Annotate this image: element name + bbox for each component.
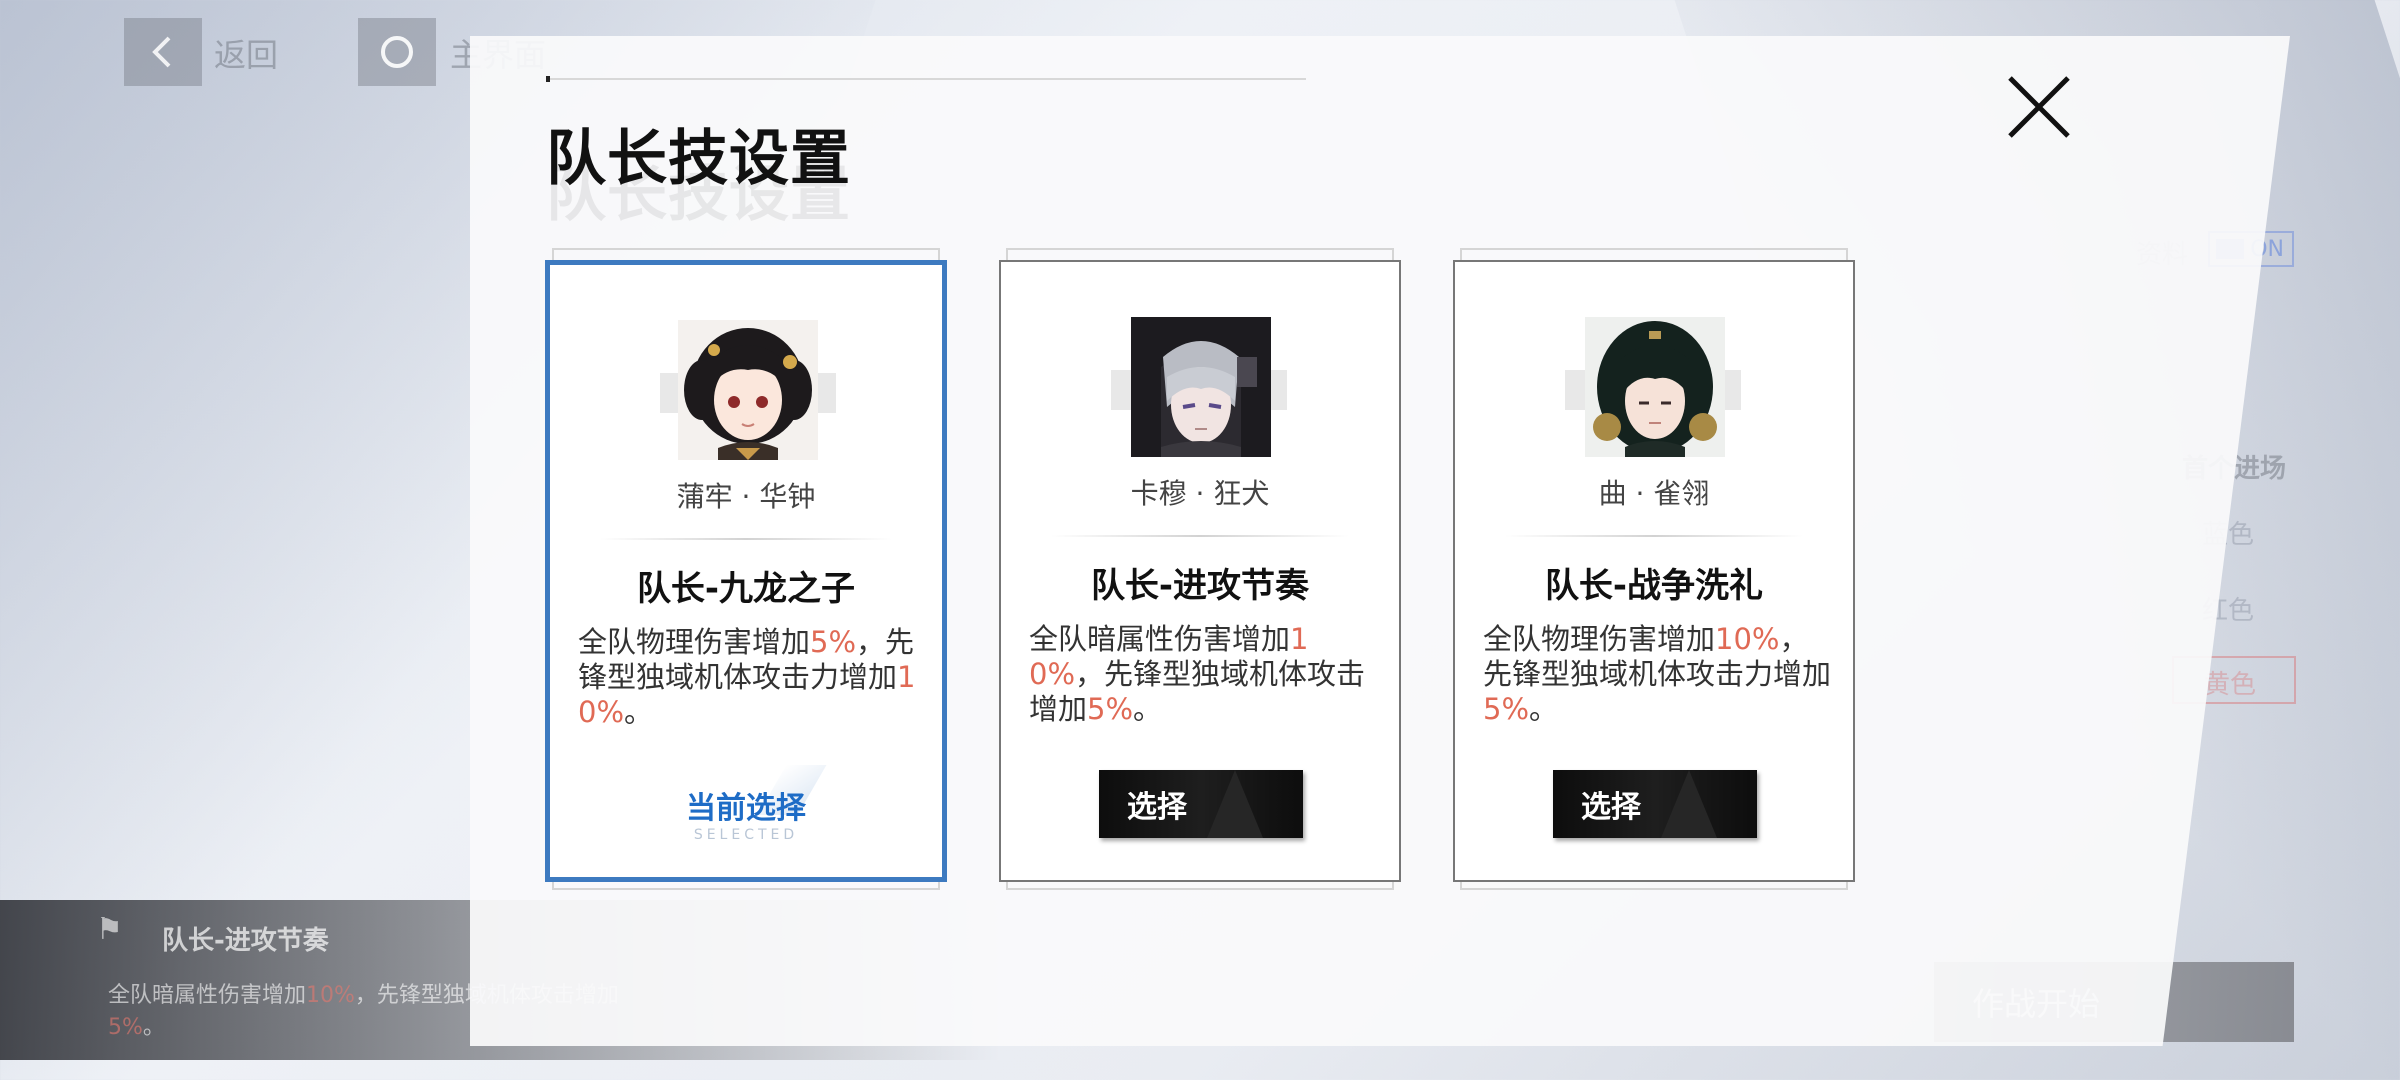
skill-description: 全队物理伤害增加5%，先锋型独域机体攻击力增加10%。 bbox=[578, 625, 920, 730]
desc-highlight: 10% bbox=[306, 983, 355, 1008]
card-divider bbox=[1051, 535, 1349, 537]
current-selection-sublabel: SELECTED bbox=[693, 827, 799, 843]
skill-name: 队长-九龙之子 bbox=[636, 569, 856, 609]
desc-text: 。 bbox=[624, 695, 654, 729]
desc-text: 。 bbox=[1529, 692, 1559, 726]
select-button[interactable]: 选择 bbox=[1099, 770, 1303, 838]
desc-text: 全队物理伤害增加 bbox=[578, 625, 811, 659]
yellow-option: 黄色 bbox=[2204, 670, 2257, 700]
home-button[interactable] bbox=[358, 18, 436, 86]
character-portrait bbox=[1131, 317, 1271, 457]
card-divider bbox=[600, 538, 892, 540]
close-button[interactable] bbox=[2004, 72, 2074, 142]
character-name: 蒲牢 · 华钟 bbox=[676, 480, 816, 513]
page-title: 队长技设置 bbox=[546, 124, 851, 194]
desc-highlight: 5% bbox=[810, 625, 857, 659]
back-button[interactable] bbox=[124, 18, 202, 86]
desc-highlight: 5% bbox=[1087, 692, 1134, 726]
card-tab bbox=[552, 248, 940, 260]
desc-text: 。 bbox=[1133, 692, 1163, 726]
character-portrait bbox=[678, 320, 818, 460]
flag-icon: ⚑ bbox=[96, 912, 123, 947]
select-button-label: 选择 bbox=[1127, 790, 1187, 825]
desc-highlight: 10% bbox=[1715, 622, 1780, 656]
desc-text: 全队暗属性伤害增加 bbox=[1029, 622, 1291, 656]
skill-name: 队长-进攻节奏 bbox=[1090, 566, 1310, 606]
home-circle-icon bbox=[381, 36, 413, 68]
desc-text: 全队物理伤害增加 bbox=[1483, 622, 1716, 656]
character-name: 曲 · 雀翎 bbox=[1598, 477, 1710, 510]
desc-text: 。 bbox=[142, 1015, 165, 1040]
select-button-label: 选择 bbox=[1581, 790, 1641, 825]
leader-skill-card[interactable]: 蒲牢 · 华钟 队长-九龙之子 全队物理伤害增加5%，先锋型独域机体攻击力增加1… bbox=[545, 260, 947, 882]
close-icon bbox=[2008, 76, 2070, 138]
leader-skill-card[interactable]: 卡穆 · 狂犬 队长-进攻节奏 全队暗属性伤害增加10%，先锋型独域机体攻击增加… bbox=[999, 260, 1401, 882]
title-rule-dot bbox=[546, 76, 550, 82]
button-decoration bbox=[1661, 770, 1717, 838]
card-tab bbox=[1460, 248, 1848, 260]
character-portrait bbox=[1585, 317, 1725, 457]
skill-description: 全队暗属性伤害增加10%，先锋型独域机体攻击增加5%。 bbox=[1029, 622, 1377, 727]
desc-text: ，先锋型独域机体攻击增加 bbox=[1029, 657, 1366, 726]
desc-highlight: 5% bbox=[108, 1015, 143, 1040]
leader-skill-card[interactable]: 曲 · 雀翎 队长-战争洗礼 全队物理伤害增加10%，先锋型独域机体攻击力增加5… bbox=[1453, 260, 1855, 882]
select-button[interactable]: 选择 bbox=[1553, 770, 1757, 838]
back-arrow-icon bbox=[152, 36, 171, 68]
desc-text: 全队暗属性伤害增加 bbox=[108, 983, 307, 1008]
card-tab bbox=[1006, 248, 1394, 260]
desc-highlight: 5% bbox=[1483, 692, 1530, 726]
skill-name: 队长-战争洗礼 bbox=[1544, 566, 1764, 606]
card-divider bbox=[1505, 535, 1803, 537]
current-selection-label: 当前选择 bbox=[686, 791, 806, 826]
title-rule bbox=[546, 78, 1306, 80]
skill-description: 全队物理伤害增加10%，先锋型独域机体攻击力增加5%。 bbox=[1483, 622, 1831, 727]
back-label: 返回 bbox=[214, 36, 279, 74]
summary-skill-name: 队长-进攻节奏 bbox=[162, 926, 329, 956]
button-decoration bbox=[1207, 770, 1263, 838]
character-name: 卡穆 · 狂犬 bbox=[1130, 477, 1270, 510]
